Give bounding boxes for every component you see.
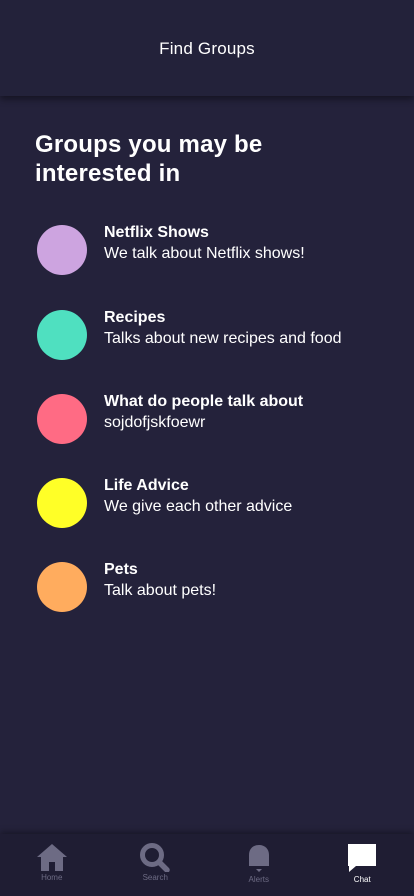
bell-icon	[248, 845, 269, 872]
group-text: Pets Talk about pets!	[104, 560, 216, 602]
tab-label: Alerts	[248, 875, 269, 884]
tab-label: Home	[41, 873, 63, 882]
app-screen: Find Groups Groups you may be interested…	[0, 0, 414, 896]
home-icon	[36, 844, 67, 871]
group-item-recipes[interactable]: Recipes Talks about new recipes and food	[37, 309, 397, 361]
group-name: Life Advice	[104, 477, 189, 494]
group-item-pets[interactable]: Pets Talk about pets!	[37, 561, 397, 613]
group-description: sojdofjskfoewr	[104, 414, 206, 431]
group-item-what-do-people-talk-about[interactable]: What do people talk about sojdofjskfoewr	[37, 393, 397, 445]
page-title: Find Groups	[159, 39, 255, 58]
tab-label: Chat	[353, 875, 371, 884]
group-text: Netflix Shows We talk about Netflix show…	[104, 223, 305, 265]
group-description: Talk about pets!	[104, 582, 217, 599]
chat-bubble-icon	[348, 844, 377, 872]
group-name: What do people talk about	[104, 393, 304, 410]
search-icon	[140, 843, 170, 872]
top-header: Find Groups	[0, 0, 414, 96]
group-description: We talk about Netflix shows!	[104, 245, 305, 262]
group-avatar	[37, 225, 87, 275]
tab-search[interactable]: Search	[104, 834, 208, 896]
group-item-life-advice[interactable]: Life Advice We give each other advice	[37, 477, 397, 529]
group-avatar	[37, 562, 87, 612]
group-avatar	[37, 394, 87, 444]
group-name: Netflix Shows	[104, 224, 209, 241]
group-avatar	[37, 310, 87, 360]
section-heading: Groups you may be interested in	[35, 131, 263, 187]
group-description: We give each other advice	[104, 498, 293, 515]
group-avatar	[37, 478, 87, 528]
tab-home[interactable]: Home	[0, 834, 104, 896]
group-description: Talks about new recipes and food	[104, 330, 342, 347]
group-text: Recipes Talks about new recipes and food	[104, 308, 341, 350]
tab-chat[interactable]: Chat	[311, 834, 414, 896]
tab-alerts[interactable]: Alerts	[207, 834, 311, 896]
group-name: Pets	[104, 561, 138, 578]
group-name: Recipes	[104, 309, 166, 326]
tab-label: Search	[142, 873, 168, 882]
group-item-netflix-shows[interactable]: Netflix Shows We talk about Netflix show…	[37, 224, 397, 276]
group-text: What do people talk about sojdofjskfoewr	[104, 392, 303, 434]
bottom-tab-bar: Home Search Alerts Chat	[0, 834, 414, 896]
group-text: Life Advice We give each other advice	[104, 476, 292, 518]
